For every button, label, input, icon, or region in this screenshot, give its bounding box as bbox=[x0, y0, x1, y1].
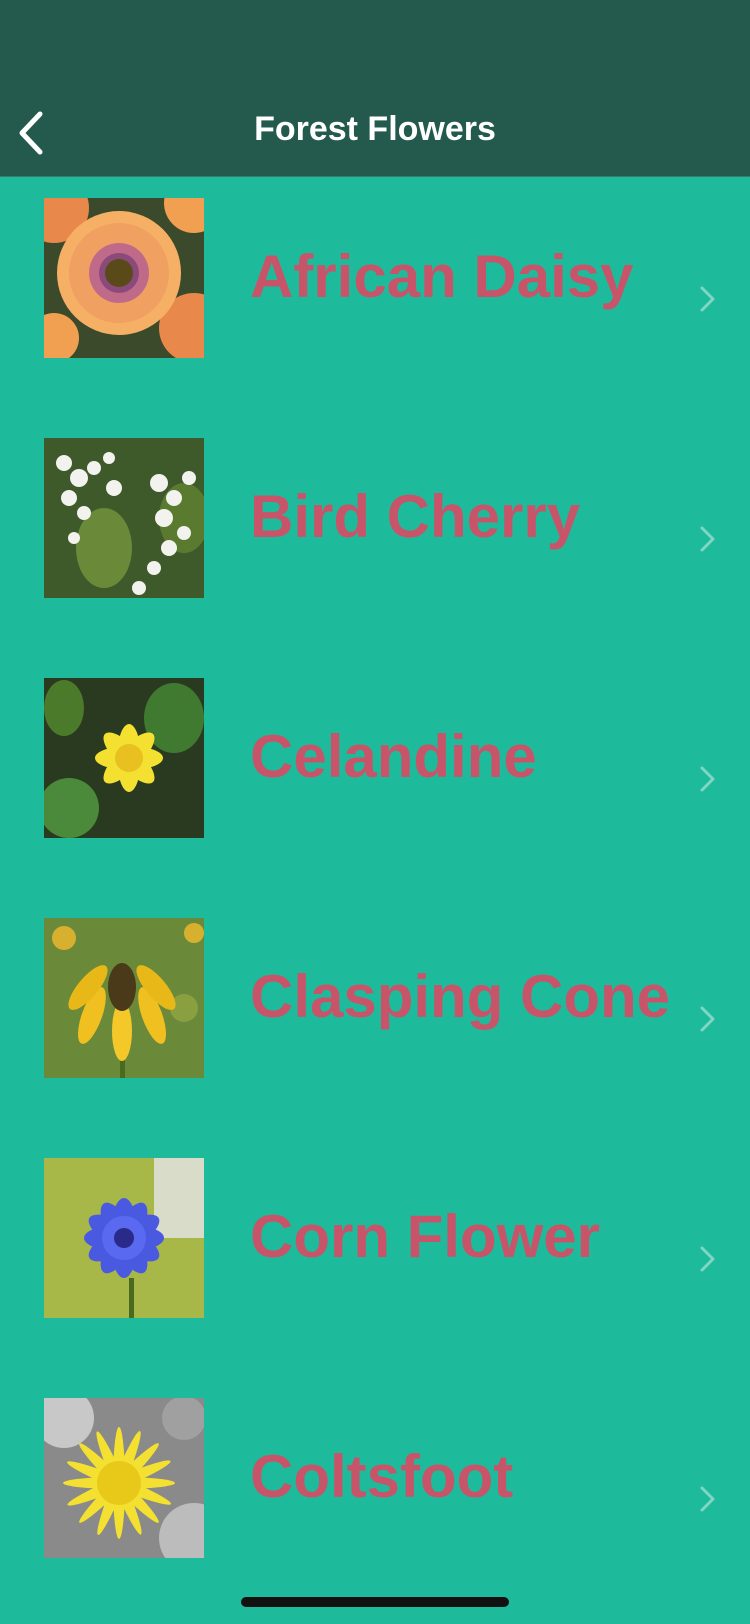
chevron-right-icon bbox=[700, 1006, 715, 1032]
chevron-right-icon bbox=[700, 766, 715, 792]
home-indicator[interactable] bbox=[241, 1597, 509, 1607]
flower-list: African Daisy Bird Cherry Celandine Clas… bbox=[0, 177, 750, 1617]
flower-name: Corn Flower bbox=[250, 1203, 601, 1270]
coltsfoot-thumbnail bbox=[44, 1398, 204, 1558]
list-item[interactable]: Clasping Cone bbox=[0, 897, 750, 1137]
bird-cherry-thumbnail bbox=[44, 438, 204, 598]
flower-name: African Daisy bbox=[250, 243, 634, 310]
navigation-bar: Forest Flowers bbox=[0, 0, 750, 177]
list-item[interactable]: Celandine bbox=[0, 657, 750, 897]
chevron-right-icon bbox=[700, 286, 715, 312]
chevron-right-icon bbox=[700, 1246, 715, 1272]
list-item[interactable]: Corn Flower bbox=[0, 1137, 750, 1377]
list-item[interactable]: African Daisy bbox=[0, 177, 750, 417]
african-daisy-thumbnail bbox=[44, 198, 204, 358]
chevron-right-icon bbox=[700, 526, 715, 552]
page-title: Forest Flowers bbox=[254, 110, 496, 148]
chevron-right-icon bbox=[700, 1486, 715, 1512]
celandine-thumbnail bbox=[44, 678, 204, 838]
flower-name: Bird Cherry bbox=[250, 483, 581, 550]
clasping-cone-thumbnail bbox=[44, 918, 204, 1078]
flower-name: Celandine bbox=[250, 723, 537, 790]
list-item[interactable]: Coltsfoot bbox=[0, 1377, 750, 1617]
flower-name: Clasping Cone bbox=[250, 963, 671, 1030]
list-item[interactable]: Bird Cherry bbox=[0, 417, 750, 657]
flower-name: Coltsfoot bbox=[250, 1443, 514, 1510]
corn-flower-thumbnail bbox=[44, 1158, 204, 1318]
